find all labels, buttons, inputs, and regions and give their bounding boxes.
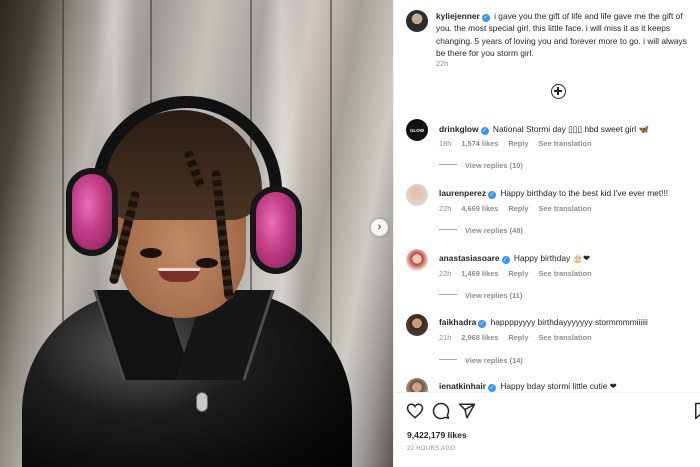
avatar[interactable] bbox=[406, 378, 428, 392]
comment-username[interactable]: drinkglow bbox=[439, 124, 479, 134]
heart-icon[interactable] bbox=[406, 402, 424, 420]
caption-username[interactable]: kyliejenner bbox=[436, 11, 480, 21]
avatar[interactable]: GLOW bbox=[406, 119, 428, 141]
comments-list: kyliejenner ✓ i gave you the gift of life… bbox=[394, 0, 700, 392]
comment-text: Happy birthday 🎂❤ bbox=[513, 253, 590, 263]
post-sidebar: kyliejenner ✓ i gave you the gift of life… bbox=[393, 0, 700, 467]
avatar[interactable] bbox=[406, 10, 428, 32]
comment-likes[interactable]: 1,574 likes bbox=[461, 139, 498, 148]
avatar[interactable] bbox=[406, 314, 428, 336]
comment: anastasiasoare ✓ Happy birthday 🎂❤ bbox=[439, 252, 694, 264]
view-replies-button[interactable]: View replies (10) bbox=[439, 161, 523, 170]
comment-meta: 21h 2,968 likes Reply See translation bbox=[439, 333, 592, 342]
comment-likes[interactable]: 4,669 likes bbox=[461, 204, 498, 213]
comment-text: Happy bday stormi little cutie ❤ bbox=[500, 381, 617, 391]
view-replies-button[interactable]: View replies (14) bbox=[439, 356, 523, 365]
view-replies-button[interactable]: View replies (11) bbox=[439, 291, 522, 300]
verified-icon: ✓ bbox=[478, 320, 487, 328]
reply-button[interactable]: Reply bbox=[508, 139, 528, 148]
likes-count[interactable]: 9,422,179 likes bbox=[407, 430, 467, 440]
comment-username[interactable]: ienatkinhair bbox=[439, 381, 486, 391]
post-timestamp: 22 HOURS AGO bbox=[407, 446, 456, 452]
comment: faikhadra ✓ happppyyyy birthdayyyyyyy sto… bbox=[439, 316, 694, 328]
plus-circle-icon[interactable] bbox=[551, 84, 566, 99]
comment-text: Happy birthday to the best kid I've ever… bbox=[500, 188, 669, 198]
see-translation-button[interactable]: See translation bbox=[538, 269, 591, 278]
avatar[interactable] bbox=[406, 249, 428, 271]
comment-username[interactable]: anastasiasoare bbox=[439, 253, 500, 263]
comment-likes[interactable]: 2,968 likes bbox=[461, 333, 498, 342]
comment-meta: 22h 1,469 likes Reply See translation bbox=[439, 269, 592, 278]
caption-time: 22h bbox=[436, 59, 449, 68]
avatar[interactable] bbox=[406, 184, 428, 206]
verified-icon: ✓ bbox=[480, 127, 489, 135]
comment-likes[interactable]: 1,469 likes bbox=[461, 269, 498, 278]
comment-text: National Stormi day ▯▯▯ hbd sweet girl 🦋 bbox=[492, 124, 649, 134]
reply-button[interactable]: Reply bbox=[508, 333, 528, 342]
post-caption: kyliejenner ✓ i gave you the gift of life… bbox=[436, 10, 694, 60]
comment-text: happppyyyy birthdayyyyyyy stormmmmiiiiii bbox=[490, 317, 648, 327]
view-replies-button[interactable]: View replies (48) bbox=[439, 226, 523, 235]
reply-button[interactable]: Reply bbox=[508, 269, 528, 278]
comment-username[interactable]: faikhadra bbox=[439, 317, 476, 327]
comment: laurenperez ✓ Happy birthday to the best … bbox=[439, 187, 694, 199]
verified-icon: ✓ bbox=[501, 256, 510, 264]
verified-icon: ✓ bbox=[488, 384, 497, 392]
comment-username[interactable]: laurenperez bbox=[439, 188, 486, 198]
see-translation-button[interactable]: See translation bbox=[538, 204, 591, 213]
see-translation-button[interactable]: See translation bbox=[538, 139, 591, 148]
verified-icon: ✓ bbox=[481, 14, 490, 22]
bookmark-icon[interactable] bbox=[692, 402, 700, 420]
chevron-right-icon[interactable]: › bbox=[371, 219, 388, 236]
action-bar: 9,422,179 likes 22 HOURS AGO bbox=[394, 392, 700, 467]
comment: ienatkinhair ✓ Happy bday stormi little c… bbox=[439, 380, 694, 392]
send-icon[interactable] bbox=[458, 402, 476, 420]
post-photo: › bbox=[0, 0, 393, 467]
verified-icon: ✓ bbox=[488, 191, 497, 199]
comment-icon[interactable] bbox=[432, 402, 450, 420]
comment-meta: 18h 1,574 likes Reply See translation bbox=[439, 139, 592, 148]
comment-meta: 22h 4,669 likes Reply See translation bbox=[439, 204, 592, 213]
comment: drinkglow ✓ National Stormi day ▯▯▯ hbd s… bbox=[439, 123, 694, 135]
see-translation-button[interactable]: See translation bbox=[538, 333, 591, 342]
reply-button[interactable]: Reply bbox=[508, 204, 528, 213]
